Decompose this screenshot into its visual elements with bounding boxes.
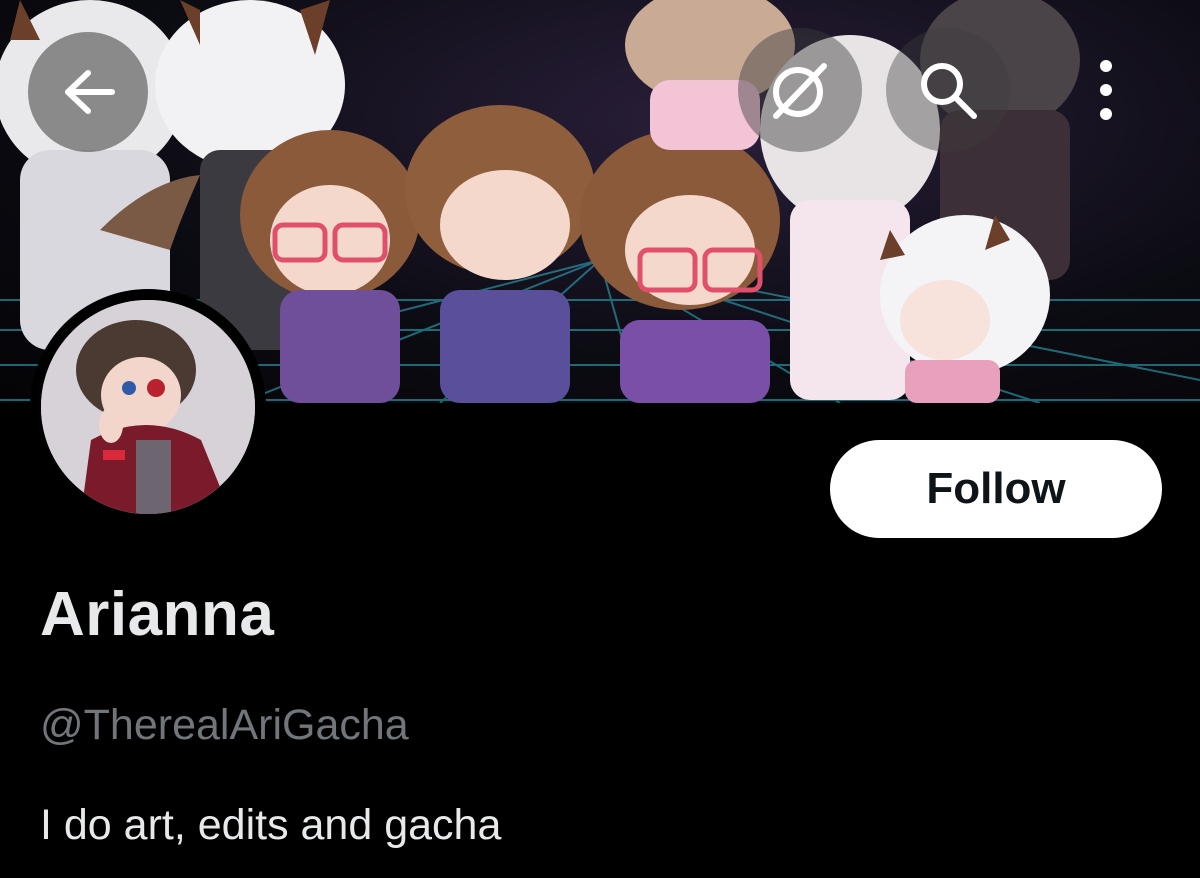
display-name: Arianna — [40, 580, 275, 649]
avatar-artwork — [41, 300, 255, 514]
user-handle: @TherealAriGacha — [40, 701, 409, 749]
profile-bio: I do art, edits and gacha — [40, 801, 502, 849]
more-options-button[interactable] — [1078, 48, 1134, 132]
avatar-container[interactable] — [30, 289, 266, 525]
avatar[interactable] — [41, 300, 255, 514]
arrow-left-icon — [65, 70, 115, 114]
search-button[interactable] — [886, 28, 1010, 152]
more-vertical-icon — [1100, 60, 1112, 120]
grok-icon — [773, 63, 827, 119]
follow-button[interactable]: Follow — [830, 440, 1162, 538]
grok-button[interactable] — [738, 28, 862, 152]
search-icon — [921, 63, 977, 119]
back-button[interactable] — [28, 32, 148, 152]
